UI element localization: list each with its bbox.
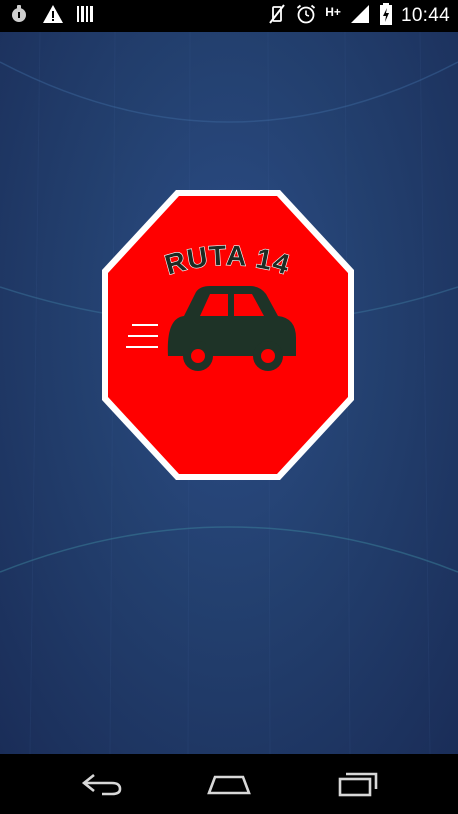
barcode-icon: [76, 3, 96, 30]
status-time: 10:44: [400, 5, 450, 26]
recent-apps-icon: [338, 772, 378, 797]
alarm-clock-icon: [295, 3, 317, 30]
navigation-bar: [0, 754, 458, 814]
battery-charging-icon: [379, 2, 393, 31]
home-button[interactable]: [189, 762, 269, 806]
app-screen: H+ 10:44 RUTA 14: [0, 0, 458, 814]
splash-background: RUTA 14: [0, 32, 458, 754]
warning-icon: [42, 3, 64, 30]
android-icon: [8, 3, 30, 30]
no-vibrate-icon: [267, 3, 287, 30]
status-bar: H+ 10:44: [0, 0, 458, 32]
home-icon: [207, 775, 251, 795]
back-arrow-icon: [81, 773, 122, 796]
network-type-label: H+: [325, 5, 341, 19]
status-right-icons: H+ 10:44: [267, 0, 450, 32]
recent-apps-button[interactable]: [318, 762, 398, 806]
ruta14-logo: RUTA 14: [100, 188, 356, 482]
signal-icon: [349, 3, 371, 30]
status-left-icons: [8, 0, 96, 32]
back-button[interactable]: [62, 762, 142, 806]
